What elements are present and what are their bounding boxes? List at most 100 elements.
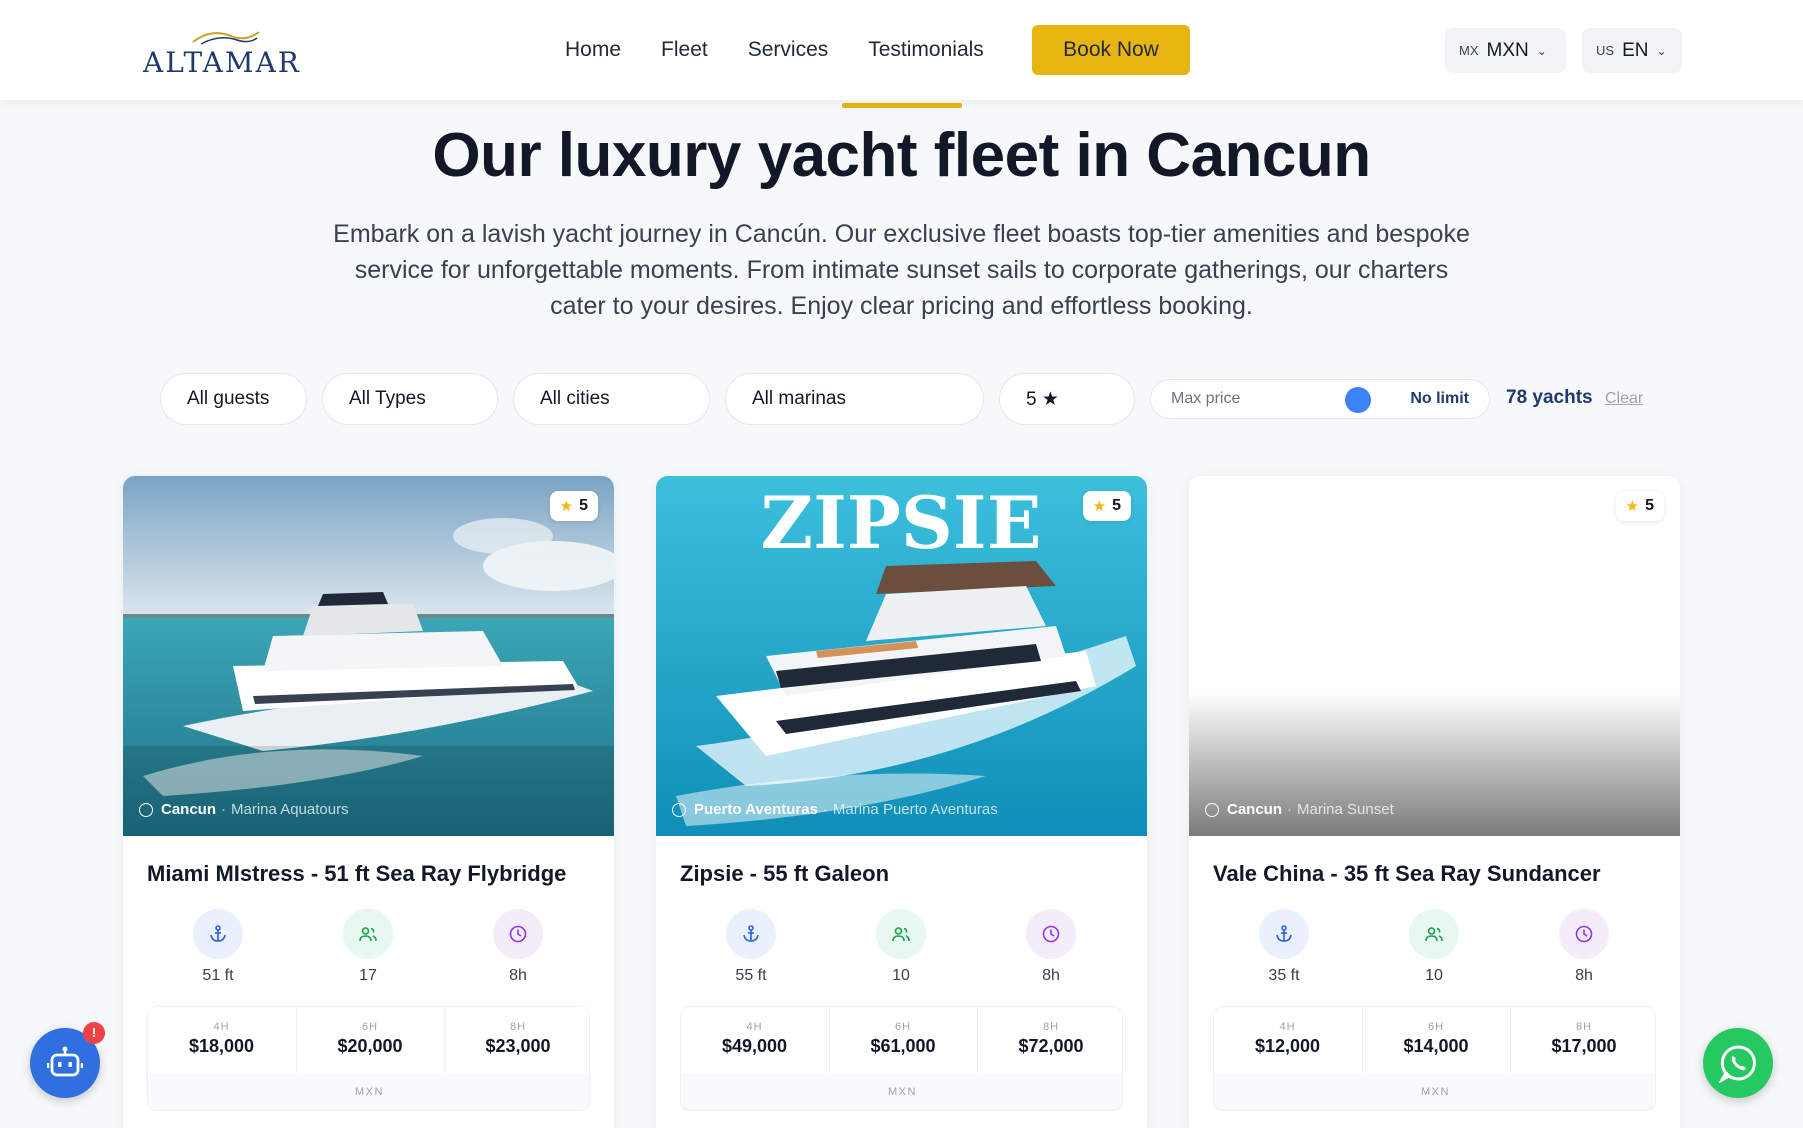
rating-filter[interactable]: 5 ★ (999, 373, 1135, 425)
spec-duration: 8h (488, 909, 548, 985)
duration-value: 8h (1575, 967, 1593, 984)
yacht-image[interactable]: ★ 5 Cancun · Marina Aquatours (123, 476, 614, 836)
spec-length: 55 ft (721, 909, 781, 985)
spec-length: 35 ft (1254, 909, 1314, 985)
location-pin-icon (672, 802, 686, 817)
yacht-card[interactable]: ★ 5 Cancun · Marina Sunset Vale China - … (1189, 476, 1680, 1128)
price-table: 4H $49,000 6H $61,000 8H $72,000 MXN (680, 1006, 1123, 1111)
location-marina: Marina Sunset (1297, 801, 1394, 818)
nav-home[interactable]: Home (565, 38, 621, 62)
spec-guests: 17 (338, 909, 398, 985)
spec-length: 51 ft (188, 909, 248, 985)
language-value: EN (1622, 39, 1649, 61)
yacht-image[interactable]: ZIPSIE ★ 5 Puerto Aventuras · Marina Pue… (656, 476, 1147, 836)
price-currency: MXN (148, 1073, 589, 1110)
spec-guests: 10 (1404, 909, 1464, 985)
users-icon (876, 909, 926, 959)
price-4h: 4H $49,000 (721, 1021, 788, 1056)
price-8h: 8H $72,000 (977, 1007, 1122, 1073)
users-icon (1409, 909, 1459, 959)
yacht-photo (123, 476, 614, 836)
whatsapp-icon (1718, 1045, 1756, 1083)
nav-testimonials[interactable]: Testimonials (868, 38, 984, 62)
price-table: 4H $12,000 6H $14,000 8H $17,000 MXN (1213, 1006, 1656, 1111)
yacht-card[interactable]: ZIPSIE ★ 5 Puerto Aventuras · Marina Pue… (656, 476, 1147, 1128)
site-header: ALTAMAR Home Fleet Services Testimonials… (0, 0, 1803, 100)
clock-icon (493, 909, 543, 959)
guests-filter[interactable]: All guests (160, 373, 307, 425)
page-description: Embark on a lavish yacht journey in Canc… (333, 220, 1470, 320)
marinas-filter[interactable]: All marinas (725, 373, 984, 425)
max-price-slider[interactable]: Max price No limit (1150, 379, 1490, 419)
rating-badge: ★ 5 (1082, 491, 1131, 521)
location-label: Cancun · Marina Aquatours (139, 801, 349, 818)
rating-badge: ★ 5 (549, 491, 598, 521)
zipsie-banner: ZIPSIE (761, 480, 1042, 565)
currency-value: MXN (1486, 39, 1529, 61)
cities-filter[interactable]: All cities (513, 373, 710, 425)
location-marina: Marina Puerto Aventuras (832, 801, 998, 818)
star-icon: ★ (559, 498, 574, 515)
clock-icon (1559, 909, 1609, 959)
length-value: 51 ft (202, 967, 234, 984)
book-now-button[interactable]: Book Now (1032, 25, 1190, 75)
price-slider-knob[interactable] (1345, 387, 1371, 413)
yacht-title[interactable]: Vale China - 35 ft Sea Ray Sundancer (1213, 861, 1601, 887)
clear-filters-link[interactable]: Clear (1605, 390, 1643, 408)
price-6h: 6H $61,000 (829, 1007, 976, 1073)
mx-flag-icon: MX (1459, 43, 1479, 58)
nav-fleet[interactable]: Fleet (661, 38, 708, 62)
location-label: Puerto Aventuras · Marina Puerto Aventur… (672, 801, 998, 818)
star-icon: ★ (1625, 498, 1640, 515)
rating-badge: ★ 5 (1615, 491, 1664, 521)
yacht-photo-placeholder (1189, 476, 1680, 836)
chevron-down-icon: ⌄ (1656, 43, 1667, 58)
types-filter[interactable]: All Types (322, 373, 498, 425)
location-label: Cancun · Marina Sunset (1205, 801, 1394, 818)
yacht-card[interactable]: ★ 5 Cancun · Marina Aquatours Miami MIst… (123, 476, 614, 1128)
nav-services[interactable]: Services (748, 38, 829, 62)
guests-value: 17 (359, 967, 377, 984)
price-8h: 8H $23,000 (444, 1007, 589, 1073)
users-icon (343, 909, 393, 959)
logo-wave-icon (192, 31, 260, 45)
currency-select[interactable]: MX MXN ⌄ (1445, 28, 1566, 73)
guests-value: 10 (892, 967, 910, 984)
max-price-value: No limit (1410, 390, 1469, 407)
main-nav: Home Fleet Services Testimonials (565, 25, 1024, 75)
yacht-image[interactable]: ★ 5 Cancun · Marina Sunset (1189, 476, 1680, 836)
yacht-title[interactable]: Zipsie - 55 ft Galeon (680, 861, 889, 887)
yacht-title[interactable]: Miami MIstress - 51 ft Sea Ray Flybridge (147, 861, 566, 887)
us-flag-icon: US (1596, 43, 1615, 58)
location-marina: Marina Aquatours (231, 801, 349, 818)
language-select[interactable]: US EN ⌄ (1582, 28, 1682, 73)
anchor-icon (193, 909, 243, 959)
price-6h: 6H $20,000 (296, 1007, 443, 1073)
title-accent-bar (842, 103, 962, 108)
rating-value: 5 (1112, 497, 1121, 514)
anchor-icon (1259, 909, 1309, 959)
guests-value: 10 (1425, 967, 1443, 984)
price-4h: 4H $18,000 (188, 1021, 255, 1056)
robot-icon (47, 1046, 83, 1077)
clock-icon (1026, 909, 1076, 959)
location-city: Puerto Aventuras (694, 801, 818, 818)
price-4h: 4H $12,000 (1254, 1021, 1321, 1056)
length-value: 35 ft (1268, 967, 1300, 984)
location-pin-icon (1205, 802, 1219, 817)
whatsapp-button[interactable] (1703, 1028, 1773, 1098)
price-table: 4H $18,000 6H $20,000 8H $23,000 MXN (147, 1006, 590, 1111)
page-title: Our luxury yacht fleet in Cancun (432, 121, 1371, 190)
duration-value: 8h (1042, 967, 1060, 984)
location-pin-icon (139, 802, 153, 817)
price-currency: MXN (681, 1073, 1122, 1110)
location-city: Cancun (1227, 801, 1283, 818)
price-currency: MXN (1214, 1073, 1655, 1110)
yacht-count: 78 yachts (1506, 387, 1593, 408)
spec-duration: 8h (1021, 909, 1081, 985)
price-6h: 6H $14,000 (1362, 1007, 1509, 1073)
star-icon: ★ (1092, 498, 1107, 515)
altamar-logo[interactable]: ALTAMAR (143, 26, 299, 79)
zipsie-image-text: ZIPSIE (761, 480, 1042, 565)
price-8h: 8H $17,000 (1510, 1007, 1655, 1073)
